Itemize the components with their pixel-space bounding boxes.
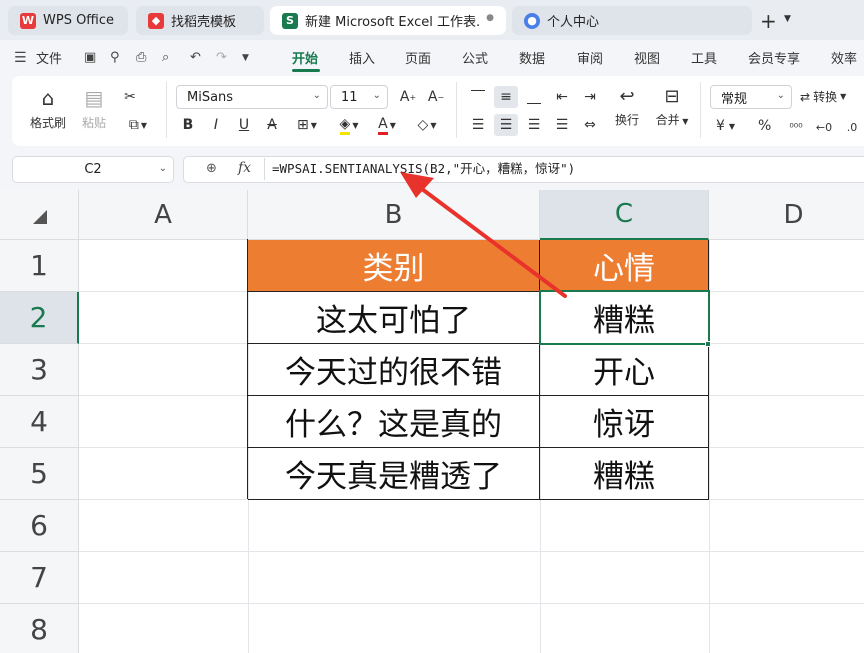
wps-window: W WPS Office ◆ 找稻壳模板 S 新建 Microsoft Exce… xyxy=(0,0,864,653)
annotation-arrow xyxy=(400,172,567,298)
arrow-shaft xyxy=(416,184,567,298)
